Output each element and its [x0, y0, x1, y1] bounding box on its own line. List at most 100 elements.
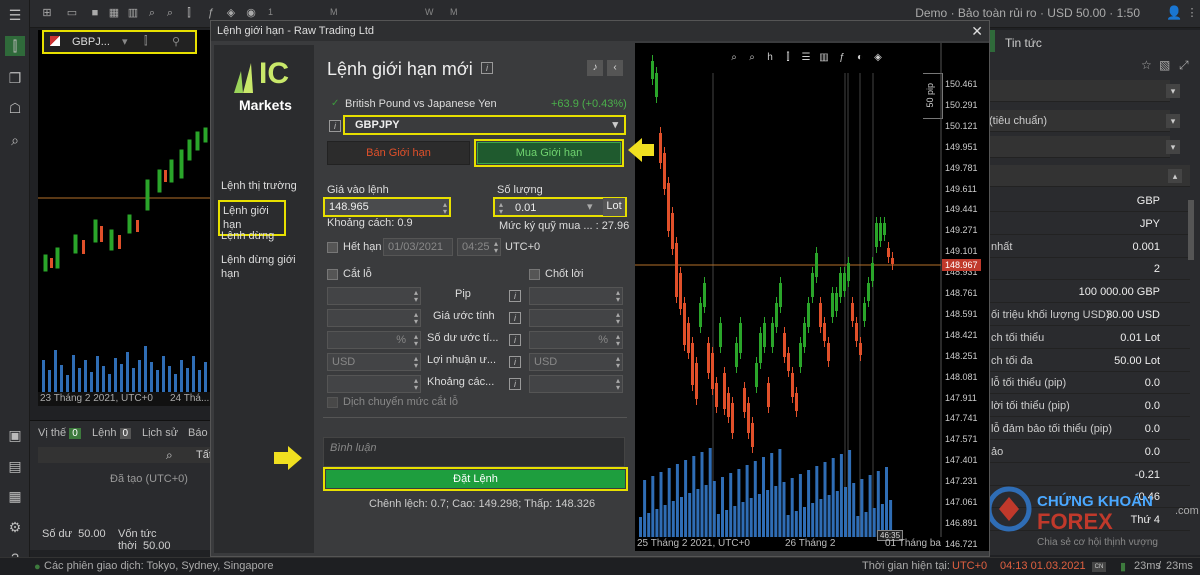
- copy-icon[interactable]: ❐: [5, 68, 25, 88]
- expiry-time-input[interactable]: 04:25 ▴ ▾: [457, 238, 501, 256]
- tp-pip-input[interactable]: ▴ ▾: [529, 287, 623, 305]
- robot-icon[interactable]: ☖: [5, 98, 25, 118]
- menu-stop-limit-order[interactable]: Lệnh dừng giới hạn: [218, 251, 310, 283]
- sl-pip-input[interactable]: ▴ ▾: [327, 287, 421, 305]
- timeframe-label[interactable]: 1: [268, 7, 273, 17]
- trailing-stop-label: Dịch chuyển mức cắt lỗ: [343, 396, 458, 408]
- account-info[interactable]: Demo · Bảo toàn rủi ro · USD 50.00 · 1:5…: [915, 6, 1140, 20]
- chart-symbol-label: GBPJ...: [72, 36, 110, 48]
- sl-percent-input[interactable]: % ▴ ▾: [327, 331, 421, 349]
- select-3[interactable]: ▾: [985, 136, 1180, 158]
- price-change: +63.9 (+0.43%): [551, 98, 627, 110]
- info-icon[interactable]: i: [509, 356, 521, 368]
- quantity-input[interactable]: ▴ ▾ 0.01 ▾ Lot: [493, 197, 627, 217]
- user-icon[interactable]: 👤: [1166, 6, 1182, 20]
- tab-history[interactable]: Lịch sử: [142, 427, 178, 439]
- place-order-button[interactable]: Đặt Lệnh: [323, 467, 628, 491]
- more-icon[interactable]: ⋮: [1185, 6, 1199, 20]
- tab-reports[interactable]: Báo: [188, 427, 208, 439]
- stop-loss-label: Cắt lỗ: [343, 268, 372, 280]
- info-icon[interactable]: i: [509, 290, 521, 302]
- menu-market-order[interactable]: Lệnh thị trường: [218, 177, 310, 195]
- section-header[interactable]: ▴: [985, 165, 1190, 187]
- sl-price-input[interactable]: ▴ ▾: [327, 309, 421, 327]
- add-chart-icon[interactable]: ⊞: [40, 6, 54, 20]
- volume-bar: [684, 460, 688, 537]
- dialog-price-chart[interactable]: ⌕ ⌕ h ⫿ ☰ ▥ ƒ ◐ ◈ 50 pip 150.461 150.291 1…: [635, 43, 989, 551]
- tp-usd-select[interactable]: USD ▴ ▾: [529, 353, 623, 371]
- timezone[interactable]: UTC+0: [952, 560, 987, 572]
- trade-icon[interactable]: ⫿: [5, 36, 25, 56]
- image-icon[interactable]: ▧: [1159, 58, 1170, 72]
- info-icon[interactable]: i: [509, 378, 521, 390]
- info-icon[interactable]: i: [509, 334, 521, 346]
- select-1[interactable]: ▾: [985, 80, 1180, 102]
- timeframe-label[interactable]: M: [330, 7, 338, 17]
- sl-distance-input[interactable]: ▴ ▾: [327, 375, 421, 393]
- tp-price-input[interactable]: ▴ ▾: [529, 309, 623, 327]
- check-icon: ✓: [331, 98, 340, 109]
- tab-news[interactable]: Tin tức: [1005, 36, 1042, 50]
- lot-unit[interactable]: Lot: [603, 198, 625, 216]
- analyze-icon[interactable]: ⌕: [5, 130, 25, 150]
- info-icon[interactable]: i: [329, 120, 341, 132]
- equity: Vốn tức thời 50.00: [118, 528, 171, 552]
- expiry-date-input[interactable]: 01/03/2021: [383, 238, 453, 256]
- expiry-checkbox[interactable]: [327, 242, 338, 253]
- sl-usd-select[interactable]: USD ▴ ▾: [327, 353, 421, 371]
- tab-orders[interactable]: Lệnh 0: [92, 427, 132, 439]
- background-chart[interactable]: [38, 30, 210, 405]
- stepper-icon[interactable]: ▴ ▾: [499, 201, 503, 216]
- timeframe-label[interactable]: M: [450, 7, 458, 17]
- gear-icon[interactable]: ⚙: [5, 517, 25, 537]
- close-icon[interactable]: ✕: [971, 21, 983, 41]
- info-icon[interactable]: i: [481, 62, 493, 74]
- zoom-icon[interactable]: ⌕: [145, 6, 159, 20]
- candles-icon[interactable]: ⫿: [182, 6, 196, 20]
- facebook-icon[interactable]: ƒ: [204, 6, 218, 20]
- briefcase-icon[interactable]: ▣: [5, 425, 25, 445]
- single-layout-icon[interactable]: ■: [88, 6, 102, 20]
- stop-loss-checkbox[interactable]: [327, 269, 338, 280]
- date-label: 24 Thá...: [170, 393, 210, 404]
- search-icon[interactable]: ⌕: [166, 448, 173, 463]
- info-icon[interactable]: i: [509, 312, 521, 324]
- layout-icon[interactable]: ▭: [65, 6, 79, 20]
- tp-percent-input[interactable]: % ▴ ▾: [529, 331, 623, 349]
- eye-icon[interactable]: ◉: [244, 6, 258, 20]
- window-icon[interactable]: ▦: [5, 486, 25, 506]
- columns-icon[interactable]: ▥: [126, 6, 140, 20]
- tp-distance-input[interactable]: ▴ ▾: [529, 375, 623, 393]
- bell-icon[interactable]: ♪: [587, 60, 603, 76]
- dialog-title: Lệnh giới hạn - Raw Trading Ltd: [211, 21, 989, 41]
- menu-icon[interactable]: ☰: [5, 5, 25, 25]
- timeframe-label[interactable]: W: [425, 7, 434, 17]
- layers-icon[interactable]: ◈: [224, 6, 238, 20]
- volume-bar: [647, 513, 651, 537]
- collapse-icon[interactable]: ‹: [607, 60, 623, 76]
- buy-limit-button[interactable]: Mua Giới hạn: [474, 139, 624, 167]
- scrollbar[interactable]: [1188, 200, 1194, 260]
- expand-icon[interactable]: ⤢: [1179, 58, 1189, 73]
- chart-symbol-tab[interactable]: GBPJ... ▾ ⫿ ⚲: [42, 30, 197, 54]
- grid-layout-icon[interactable]: ▦: [107, 6, 121, 20]
- select-2[interactable]: (tiêu chuẩn) ▾: [985, 110, 1180, 132]
- star-icon[interactable]: ☆: [1141, 58, 1152, 72]
- store-icon[interactable]: ▤: [5, 456, 25, 476]
- symbol-select[interactable]: GBPJPY ▾: [343, 115, 626, 135]
- menu-stop-order[interactable]: Lệnh dừng: [218, 227, 310, 245]
- comment-textarea[interactable]: Bình luận: [323, 437, 625, 467]
- spec-value: 0.01 Lot: [1120, 331, 1160, 344]
- chevron-down-icon[interactable]: ▾: [122, 35, 128, 48]
- chevron-down-icon[interactable]: ▾: [587, 199, 593, 215]
- link-icon[interactable]: ⚲: [172, 35, 180, 48]
- timeframe-icon[interactable]: ⫿: [144, 35, 148, 48]
- zoom-out-icon[interactable]: ⌕: [163, 6, 177, 20]
- take-profit-checkbox[interactable]: [529, 269, 540, 280]
- entry-price-input[interactable]: 148.965 ▴ ▾: [323, 197, 451, 217]
- tab-positions[interactable]: Vị thế 0: [38, 427, 81, 439]
- trailing-stop-checkbox[interactable]: [327, 397, 338, 408]
- sell-limit-button[interactable]: Bán Giới hạn: [327, 141, 470, 165]
- volume-bar: [790, 478, 794, 537]
- volume-bar: [856, 516, 860, 537]
